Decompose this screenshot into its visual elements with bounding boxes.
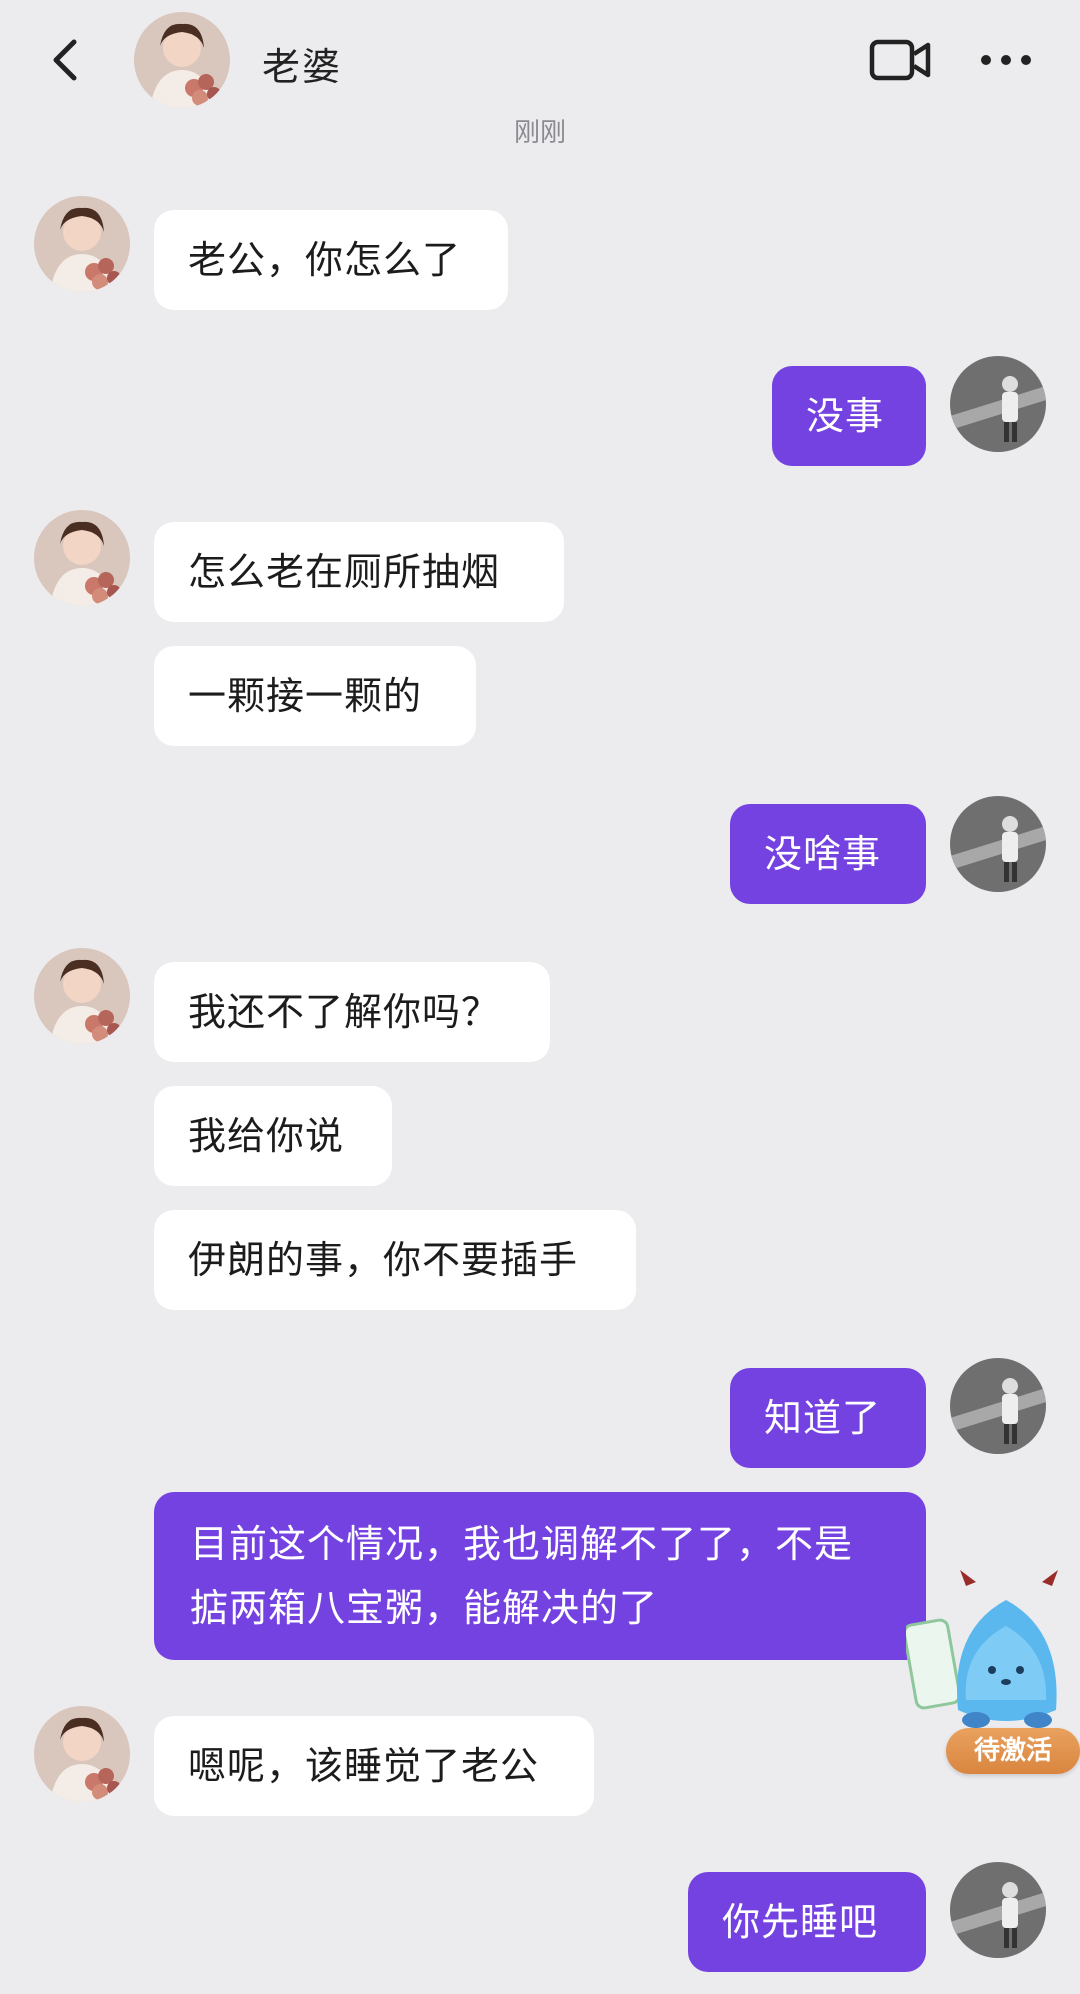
user-avatar[interactable] <box>950 796 1046 892</box>
incoming-message[interactable]: 我给你说 <box>154 1086 392 1186</box>
incoming-message[interactable]: 怎么老在厕所抽烟 <box>154 522 564 622</box>
message-timestamp: 刚刚 <box>513 118 566 148</box>
user-avatar[interactable] <box>950 1358 1046 1454</box>
user-avatar[interactable] <box>950 356 1046 452</box>
outgoing-message[interactable]: 没事 <box>772 366 926 466</box>
outgoing-message[interactable]: 目前这个情况，我也调解不了了，不是 掂两箱八宝粥，能解决的了 <box>154 1492 926 1660</box>
mascot-icon <box>902 1570 1058 1728</box>
outgoing-message[interactable]: 没啥事 <box>730 804 926 904</box>
incoming-message[interactable]: 嗯呢，该睡觉了老公 <box>154 1716 594 1816</box>
chat-screen: 老婆 刚刚 老公，你怎么了 没事 怎么老在厕所抽烟 一颗接一颗的 没啥事 我还不… <box>0 0 1080 1994</box>
contact-avatar[interactable] <box>34 1706 130 1802</box>
floating-assistant-widget[interactable]: 待激活 <box>902 1570 1080 1780</box>
back-arrow-icon <box>53 39 77 81</box>
activation-badge[interactable]: 待激活 <box>946 1728 1080 1774</box>
outgoing-message[interactable]: 知道了 <box>730 1368 926 1468</box>
contact-avatar[interactable] <box>134 12 230 108</box>
more-options-button[interactable] <box>976 38 1036 82</box>
incoming-message[interactable]: 老公，你怎么了 <box>154 210 508 310</box>
contact-avatar[interactable] <box>34 510 130 606</box>
video-call-icon <box>869 39 931 81</box>
video-call-button[interactable] <box>868 32 934 88</box>
more-icon <box>981 55 1031 65</box>
chat-header: 老婆 <box>0 0 1080 120</box>
contact-name: 老婆 <box>262 45 343 89</box>
user-avatar[interactable] <box>950 1862 1046 1958</box>
incoming-message[interactable]: 我还不了解你吗？ <box>154 962 550 1062</box>
contact-avatar[interactable] <box>34 948 130 1044</box>
contact-avatar[interactable] <box>34 196 130 292</box>
outgoing-message[interactable]: 你先睡吧 <box>688 1872 926 1972</box>
incoming-message[interactable]: 伊朗的事，你不要插手 <box>154 1210 636 1310</box>
incoming-message[interactable]: 一颗接一颗的 <box>154 646 476 746</box>
back-button[interactable] <box>40 30 90 90</box>
